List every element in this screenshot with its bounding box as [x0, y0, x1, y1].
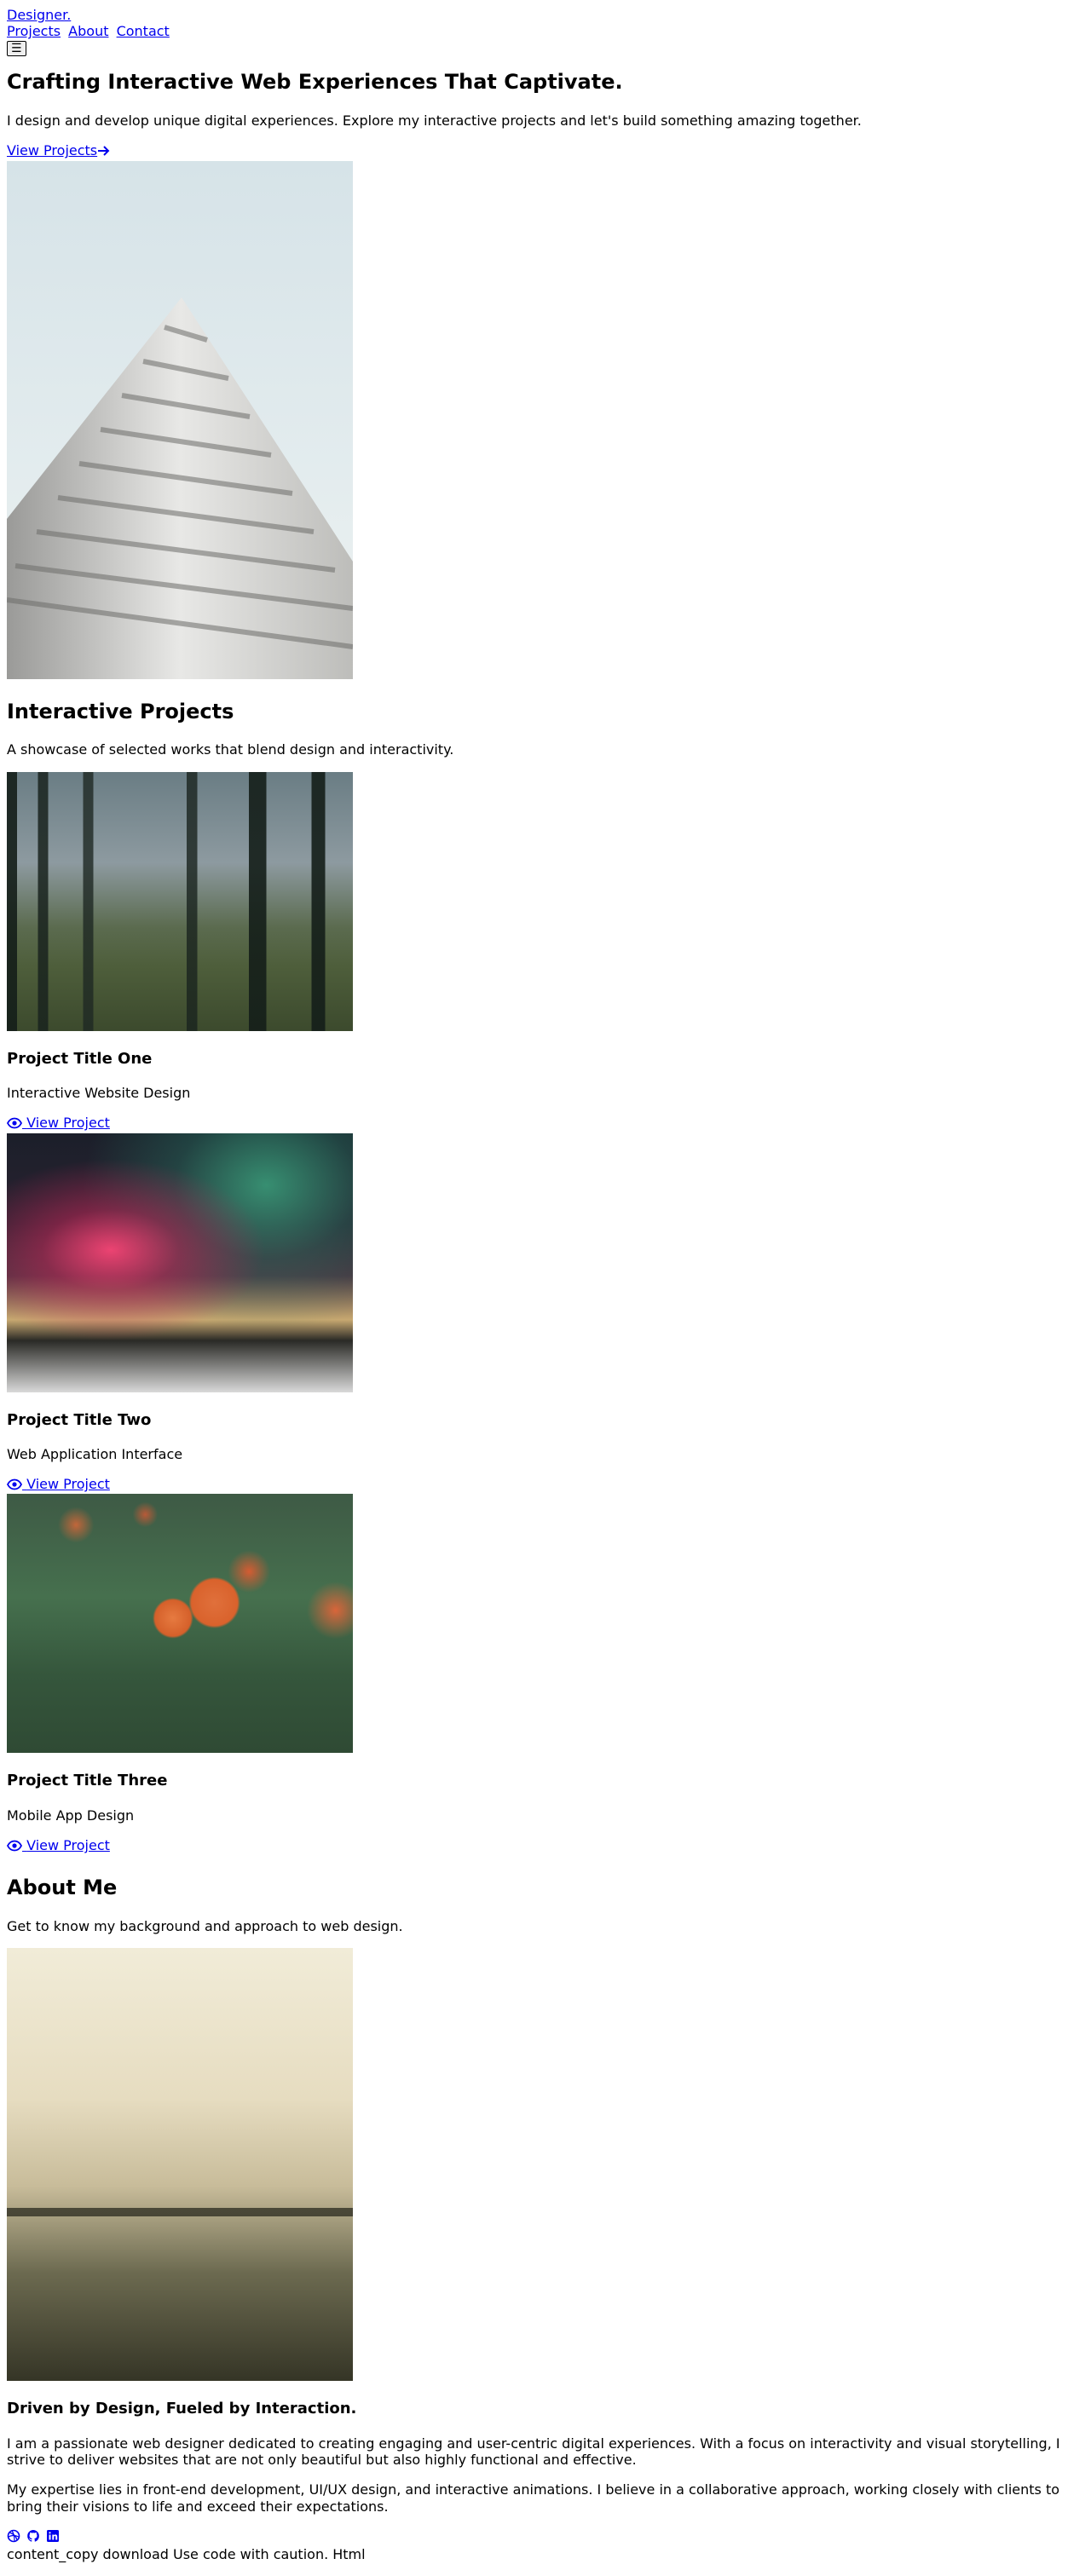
footer-text: content_copy download Use code with caut…: [7, 2545, 366, 2562]
site-header: Designer. Projects About Contact ☰: [7, 7, 1084, 57]
about-heading: Driven by Design, Fueled by Interaction.: [7, 2400, 357, 2418]
dribbble-icon: [7, 2529, 20, 2546]
hero-subtitle: I design and develop unique digital expe…: [7, 112, 862, 130]
about-image: [7, 1948, 353, 2382]
project-category: Interactive Website Design: [7, 1085, 191, 1102]
page: Designer. Projects About Contact ☰ Craft…: [0, 0, 1091, 2562]
eye-icon: [6, 1478, 23, 1494]
about-paragraph: My expertise lies in front-end developme…: [7, 2481, 1060, 2515]
view-project-link[interactable]: View Project: [6, 1476, 110, 1494]
building-illustration: [7, 297, 353, 679]
about-section: About Me Get to know my background and a…: [7, 1876, 1084, 2546]
hero-title: Crafting Interactive Web Experiences Tha…: [7, 70, 623, 95]
about-subtitle: Get to know my background and approach t…: [7, 1918, 403, 1935]
logo-link[interactable]: Designer.: [7, 7, 71, 23]
main-nav: Projects About Contact: [7, 23, 1084, 39]
project-title: Project Title One: [7, 1049, 153, 1068]
view-project-label: View Project: [26, 1837, 110, 1854]
nav-about[interactable]: About: [68, 23, 108, 39]
project-category: Mobile App Design: [7, 1807, 135, 1824]
project-card: Project Title Three Mobile App Design Vi…: [6, 1494, 1084, 1855]
project-title: Project Title Three: [7, 1772, 168, 1790]
project-category: Web Application Interface: [7, 1446, 183, 1463]
about-paragraph: I am a passionate web designer dedicated…: [7, 2435, 1060, 2469]
view-project-link[interactable]: View Project: [6, 1837, 110, 1855]
view-projects-link[interactable]: View Projects: [7, 142, 111, 158]
view-project-link[interactable]: View Project: [6, 1115, 110, 1132]
projects-section: Interactive Projects A showcase of selec…: [6, 699, 1084, 1856]
hero-section: Crafting Interactive Web Experiences Tha…: [7, 70, 1084, 679]
github-link[interactable]: [26, 2528, 40, 2544]
hero-image: [7, 160, 353, 679]
view-projects-label: View Projects: [7, 142, 98, 159]
project-image-forest: [7, 771, 353, 1031]
nav-projects[interactable]: Projects: [7, 23, 61, 39]
arrow-right-icon: [97, 144, 111, 160]
eye-icon: [6, 1116, 23, 1132]
projects-subtitle: A showcase of selected works that blend …: [7, 741, 454, 758]
menu-toggle-button[interactable]: ☰: [7, 41, 26, 57]
project-image-tulips: [7, 1494, 353, 1754]
project-image-aurora: [7, 1132, 353, 1392]
dribbble-link[interactable]: [7, 2528, 20, 2544]
eye-icon: [6, 1839, 23, 1855]
project-card: Project Title One Interactive Website De…: [6, 771, 1084, 1133]
github-icon: [26, 2529, 40, 2546]
linkedin-icon: [46, 2529, 60, 2546]
projects-title: Interactive Projects: [7, 699, 234, 723]
about-title: About Me: [7, 1876, 118, 1900]
nav-contact[interactable]: Contact: [117, 23, 170, 39]
view-project-label: View Project: [26, 1476, 110, 1493]
code-footer: content_copy download Use code with caut…: [7, 2546, 1084, 2562]
social-links: [7, 2528, 1084, 2546]
view-project-label: View Project: [26, 1115, 110, 1132]
project-card: Project Title Two Web Application Interf…: [6, 1132, 1084, 1495]
linkedin-link[interactable]: [46, 2528, 60, 2544]
project-title: Project Title Two: [7, 1410, 152, 1429]
